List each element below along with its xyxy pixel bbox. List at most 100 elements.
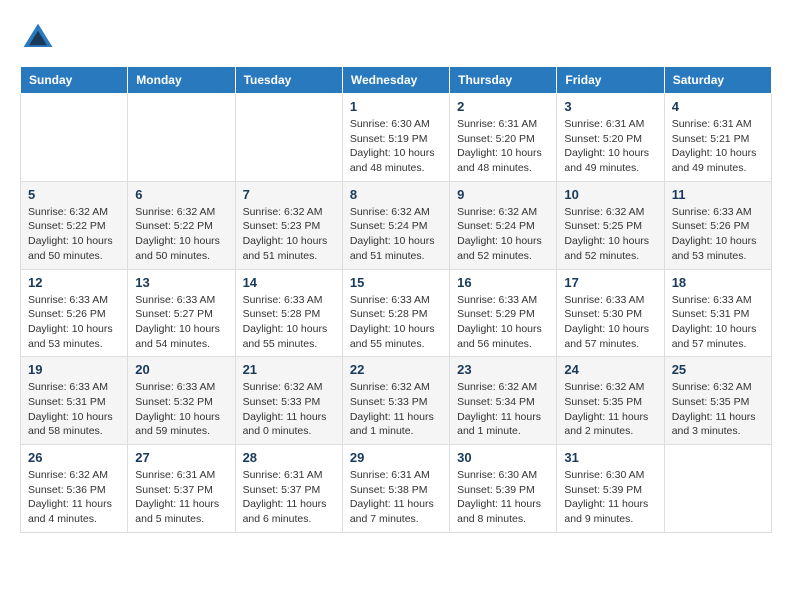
- week-row-5: 26 Sunrise: 6:32 AMSunset: 5:36 PMDayligh…: [21, 445, 772, 533]
- day-info: Sunrise: 6:33 AMSunset: 5:28 PMDaylight:…: [350, 293, 442, 352]
- calendar-cell: 25 Sunrise: 6:32 AMSunset: 5:35 PMDayligh…: [664, 357, 771, 445]
- calendar-cell: 20 Sunrise: 6:33 AMSunset: 5:32 PMDayligh…: [128, 357, 235, 445]
- day-info: Sunrise: 6:31 AMSunset: 5:37 PMDaylight:…: [243, 468, 335, 527]
- calendar-body: 1 Sunrise: 6:30 AMSunset: 5:19 PMDaylight…: [21, 94, 772, 533]
- day-number: 23: [457, 362, 549, 377]
- calendar-cell: 17 Sunrise: 6:33 AMSunset: 5:30 PMDayligh…: [557, 269, 664, 357]
- day-info: Sunrise: 6:33 AMSunset: 5:27 PMDaylight:…: [135, 293, 227, 352]
- calendar-cell: 30 Sunrise: 6:30 AMSunset: 5:39 PMDayligh…: [450, 445, 557, 533]
- day-number: 8: [350, 187, 442, 202]
- logo: [20, 20, 60, 56]
- logo-icon: [20, 20, 56, 56]
- weekday-header-sunday: Sunday: [21, 67, 128, 94]
- day-number: 2: [457, 99, 549, 114]
- day-number: 26: [28, 450, 120, 465]
- calendar-cell: 13 Sunrise: 6:33 AMSunset: 5:27 PMDayligh…: [128, 269, 235, 357]
- weekday-header-monday: Monday: [128, 67, 235, 94]
- calendar-cell: 8 Sunrise: 6:32 AMSunset: 5:24 PMDaylight…: [342, 181, 449, 269]
- day-number: 27: [135, 450, 227, 465]
- calendar-cell: 6 Sunrise: 6:32 AMSunset: 5:22 PMDaylight…: [128, 181, 235, 269]
- calendar-cell: 29Sunrise: 6:31 AMSunset: 5:38 PMDayligh…: [342, 445, 449, 533]
- week-row-2: 5Sunrise: 6:32 AMSunset: 5:22 PMDaylight…: [21, 181, 772, 269]
- day-number: 31: [564, 450, 656, 465]
- day-info: Sunrise: 6:33 AMSunset: 5:31 PMDaylight:…: [28, 380, 120, 439]
- day-info: Sunrise: 6:31 AMSunset: 5:20 PMDaylight:…: [564, 117, 656, 176]
- calendar-cell: 5Sunrise: 6:32 AMSunset: 5:22 PMDaylight…: [21, 181, 128, 269]
- day-number: 11: [672, 187, 764, 202]
- day-number: 20: [135, 362, 227, 377]
- day-number: 4: [672, 99, 764, 114]
- calendar-cell: 11Sunrise: 6:33 AMSunset: 5:26 PMDayligh…: [664, 181, 771, 269]
- day-number: 28: [243, 450, 335, 465]
- day-number: 17: [564, 275, 656, 290]
- day-number: 30: [457, 450, 549, 465]
- week-row-1: 1 Sunrise: 6:30 AMSunset: 5:19 PMDaylight…: [21, 94, 772, 182]
- calendar-cell: 1 Sunrise: 6:30 AMSunset: 5:19 PMDaylight…: [342, 94, 449, 182]
- day-number: 13: [135, 275, 227, 290]
- calendar-cell: [235, 94, 342, 182]
- day-info: Sunrise: 6:32 AMSunset: 5:23 PMDaylight:…: [243, 205, 335, 264]
- day-info: Sunrise: 6:31 AMSunset: 5:21 PMDaylight:…: [672, 117, 764, 176]
- day-info: Sunrise: 6:32 AMSunset: 5:24 PMDaylight:…: [350, 205, 442, 264]
- day-number: 21: [243, 362, 335, 377]
- calendar-cell: 2Sunrise: 6:31 AMSunset: 5:20 PMDaylight…: [450, 94, 557, 182]
- page-header: [20, 20, 772, 56]
- day-number: 10: [564, 187, 656, 202]
- weekday-header-row: SundayMondayTuesdayWednesdayThursdayFrid…: [21, 67, 772, 94]
- day-info: Sunrise: 6:32 AMSunset: 5:36 PMDaylight:…: [28, 468, 120, 527]
- day-info: Sunrise: 6:32 AMSunset: 5:24 PMDaylight:…: [457, 205, 549, 264]
- calendar-cell: 4 Sunrise: 6:31 AMSunset: 5:21 PMDaylight…: [664, 94, 771, 182]
- day-info: Sunrise: 6:33 AMSunset: 5:31 PMDaylight:…: [672, 293, 764, 352]
- day-info: Sunrise: 6:32 AMSunset: 5:33 PMDaylight:…: [350, 380, 442, 439]
- calendar-cell: 31 Sunrise: 6:30 AMSunset: 5:39 PMDayligh…: [557, 445, 664, 533]
- weekday-header-wednesday: Wednesday: [342, 67, 449, 94]
- day-info: Sunrise: 6:33 AMSunset: 5:29 PMDaylight:…: [457, 293, 549, 352]
- day-info: Sunrise: 6:31 AMSunset: 5:38 PMDaylight:…: [350, 468, 442, 527]
- calendar-cell: 28 Sunrise: 6:31 AMSunset: 5:37 PMDayligh…: [235, 445, 342, 533]
- day-info: Sunrise: 6:30 AMSunset: 5:39 PMDaylight:…: [457, 468, 549, 527]
- calendar-cell: 19 Sunrise: 6:33 AMSunset: 5:31 PMDayligh…: [21, 357, 128, 445]
- day-info: Sunrise: 6:33 AMSunset: 5:30 PMDaylight:…: [564, 293, 656, 352]
- day-info: Sunrise: 6:32 AMSunset: 5:33 PMDaylight:…: [243, 380, 335, 439]
- week-row-3: 12Sunrise: 6:33 AMSunset: 5:26 PMDayligh…: [21, 269, 772, 357]
- day-number: 25: [672, 362, 764, 377]
- day-number: 19: [28, 362, 120, 377]
- day-number: 14: [243, 275, 335, 290]
- calendar-cell: 26 Sunrise: 6:32 AMSunset: 5:36 PMDayligh…: [21, 445, 128, 533]
- day-number: 15: [350, 275, 442, 290]
- calendar-cell: 22 Sunrise: 6:32 AMSunset: 5:33 PMDayligh…: [342, 357, 449, 445]
- day-info: Sunrise: 6:30 AMSunset: 5:19 PMDaylight:…: [350, 117, 442, 176]
- day-info: Sunrise: 6:32 AMSunset: 5:35 PMDaylight:…: [564, 380, 656, 439]
- day-number: 9: [457, 187, 549, 202]
- weekday-header-tuesday: Tuesday: [235, 67, 342, 94]
- calendar-cell: 27 Sunrise: 6:31 AMSunset: 5:37 PMDayligh…: [128, 445, 235, 533]
- day-info: Sunrise: 6:32 AMSunset: 5:22 PMDaylight:…: [135, 205, 227, 264]
- day-number: 22: [350, 362, 442, 377]
- day-info: Sunrise: 6:33 AMSunset: 5:28 PMDaylight:…: [243, 293, 335, 352]
- calendar-cell: 10 Sunrise: 6:32 AMSunset: 5:25 PMDayligh…: [557, 181, 664, 269]
- day-info: Sunrise: 6:30 AMSunset: 5:39 PMDaylight:…: [564, 468, 656, 527]
- day-info: Sunrise: 6:32 AMSunset: 5:22 PMDaylight:…: [28, 205, 120, 264]
- calendar-cell: [128, 94, 235, 182]
- day-number: 6: [135, 187, 227, 202]
- day-info: Sunrise: 6:31 AMSunset: 5:37 PMDaylight:…: [135, 468, 227, 527]
- calendar-cell: 9 Sunrise: 6:32 AMSunset: 5:24 PMDaylight…: [450, 181, 557, 269]
- day-info: Sunrise: 6:32 AMSunset: 5:34 PMDaylight:…: [457, 380, 549, 439]
- calendar-cell: [21, 94, 128, 182]
- calendar-cell: 15 Sunrise: 6:33 AMSunset: 5:28 PMDayligh…: [342, 269, 449, 357]
- calendar-cell: 18Sunrise: 6:33 AMSunset: 5:31 PMDayligh…: [664, 269, 771, 357]
- week-row-4: 19 Sunrise: 6:33 AMSunset: 5:31 PMDayligh…: [21, 357, 772, 445]
- day-info: Sunrise: 6:32 AMSunset: 5:25 PMDaylight:…: [564, 205, 656, 264]
- weekday-header-thursday: Thursday: [450, 67, 557, 94]
- calendar-cell: 16Sunrise: 6:33 AMSunset: 5:29 PMDayligh…: [450, 269, 557, 357]
- weekday-header-saturday: Saturday: [664, 67, 771, 94]
- day-number: 24: [564, 362, 656, 377]
- day-info: Sunrise: 6:33 AMSunset: 5:26 PMDaylight:…: [28, 293, 120, 352]
- calendar-cell: 23 Sunrise: 6:32 AMSunset: 5:34 PMDayligh…: [450, 357, 557, 445]
- calendar-cell: 3 Sunrise: 6:31 AMSunset: 5:20 PMDaylight…: [557, 94, 664, 182]
- day-info: Sunrise: 6:32 AMSunset: 5:35 PMDaylight:…: [672, 380, 764, 439]
- calendar: SundayMondayTuesdayWednesdayThursdayFrid…: [20, 66, 772, 533]
- day-info: Sunrise: 6:33 AMSunset: 5:32 PMDaylight:…: [135, 380, 227, 439]
- day-number: 1: [350, 99, 442, 114]
- day-number: 3: [564, 99, 656, 114]
